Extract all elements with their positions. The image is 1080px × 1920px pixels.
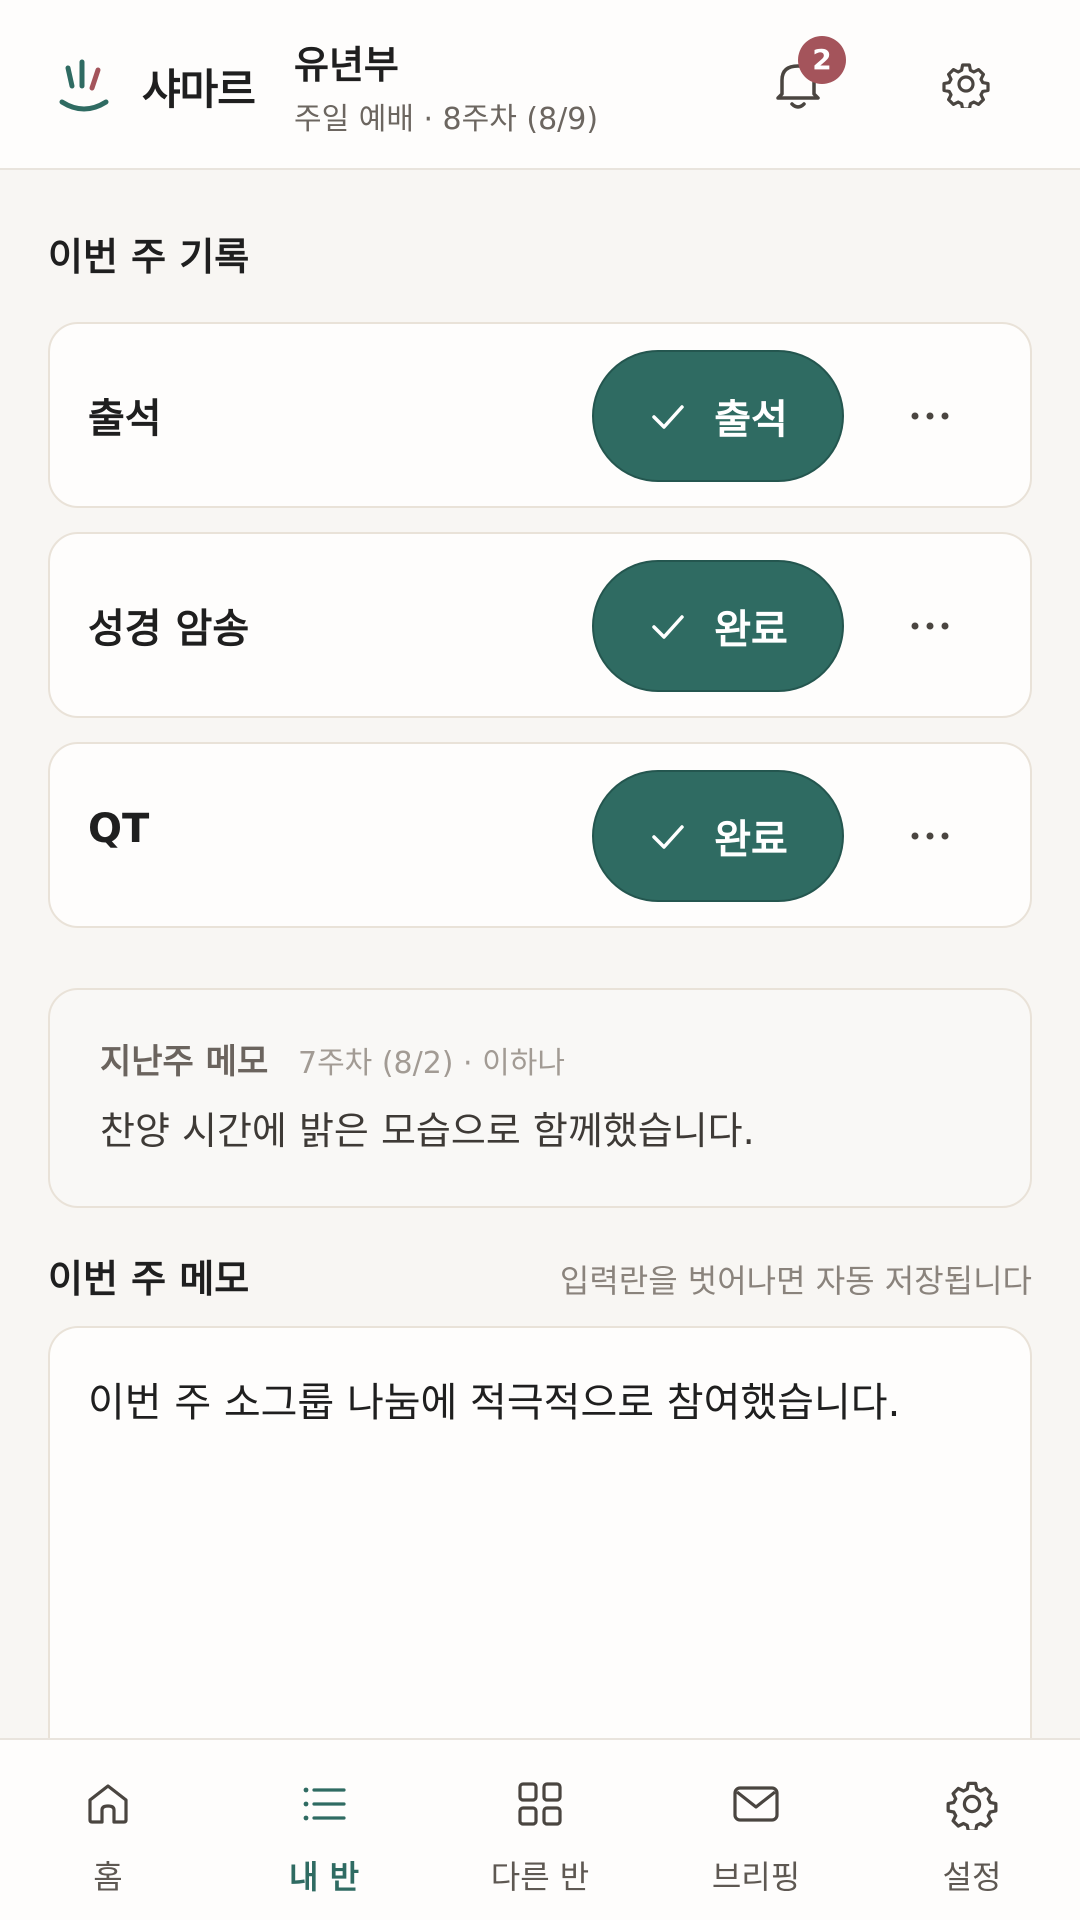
app-root: 샤마르 유년부 주일 예배 · 8주차 (8/9) 2 이번 주 기록 출석 출… — [0, 0, 1080, 1920]
status-label: 완료 — [714, 817, 788, 863]
nav-item-briefing[interactable]: 브리핑 — [648, 1740, 864, 1920]
gear-icon[interactable] — [942, 60, 990, 108]
nav-item-my-class[interactable]: 내 반 — [216, 1740, 432, 1920]
last-memo-text: 찬양 시간에 밝은 모습으로 함께했습니다. — [100, 1109, 755, 1153]
qt-status-button[interactable]: 완료 — [592, 770, 844, 902]
gear-icon — [946, 1781, 998, 1830]
status-label: 출석 — [714, 397, 788, 443]
nav-label: 브리핑 — [711, 1858, 801, 1896]
last-week-memo-card: 지난주 메모 7주차 (8/2) · 이하나 찬양 시간에 밝은 모습으로 함께… — [48, 988, 1032, 1208]
list-icon — [303, 1787, 346, 1821]
nav-item-home[interactable]: 홈 — [0, 1740, 216, 1920]
memo-section-title: 이번 주 메모 — [48, 1257, 250, 1301]
check-icon — [652, 615, 684, 639]
bottom-nav: 홈 내 반 다른 반 브리핑 설정 — [0, 1738, 1080, 1920]
record-card-qt: QT 완료 — [48, 742, 1032, 928]
nav-label: 홈 — [93, 1858, 123, 1896]
attendance-status-button[interactable]: 출석 — [592, 350, 844, 482]
class-subtitle: 주일 예배 · 8주차 (8/9) — [294, 102, 599, 137]
record-card-attendance: 출석 출석 — [48, 322, 1032, 508]
more-horizontal-icon — [911, 832, 949, 840]
top-header: 샤마르 유년부 주일 예배 · 8주차 (8/9) 2 — [0, 0, 1080, 170]
record-label: 성경 암송 — [88, 606, 250, 652]
hand-logo-icon — [59, 59, 109, 112]
autosave-hint: 입력란을 벗어나면 자동 저장됩니다 — [559, 1262, 1032, 1300]
more-options-button[interactable] — [900, 604, 960, 648]
nav-label: 내 반 — [288, 1858, 360, 1896]
last-memo-meta: 7주차 (8/2) · 이하나 — [298, 1046, 565, 1081]
nav-item-settings[interactable]: 설정 — [864, 1740, 1080, 1920]
records-section-title: 이번 주 기록 — [48, 235, 250, 279]
check-icon — [652, 405, 684, 429]
more-horizontal-icon — [911, 622, 949, 630]
record-label: 출석 — [88, 396, 162, 442]
nav-label: 설정 — [942, 1858, 1002, 1896]
more-options-button[interactable] — [900, 814, 960, 858]
home-icon — [88, 1784, 128, 1824]
memo-textarea[interactable]: 이번 주 소그룹 나눔에 적극적으로 참여했습니다. — [48, 1326, 1032, 1786]
check-icon — [652, 825, 684, 849]
grid-icon — [518, 1782, 562, 1826]
notification-badge: 2 — [798, 36, 846, 84]
nav-label: 다른 반 — [490, 1858, 590, 1896]
memorization-status-button[interactable]: 완료 — [592, 560, 844, 692]
record-label: QT — [88, 806, 150, 852]
class-name[interactable]: 유년부 — [294, 34, 399, 89]
app-name: 샤마르 — [142, 65, 256, 114]
more-options-button[interactable] — [900, 394, 960, 438]
memo-text: 이번 주 소그룹 나눔에 적극적으로 참여했습니다. — [88, 1380, 901, 1426]
status-label: 완료 — [714, 607, 788, 653]
record-card-memorization: 성경 암송 완료 — [48, 532, 1032, 718]
mail-icon — [733, 1786, 779, 1822]
last-memo-title: 지난주 메모 — [100, 1042, 269, 1082]
more-horizontal-icon — [911, 412, 949, 420]
nav-item-other-class[interactable]: 다른 반 — [432, 1740, 648, 1920]
